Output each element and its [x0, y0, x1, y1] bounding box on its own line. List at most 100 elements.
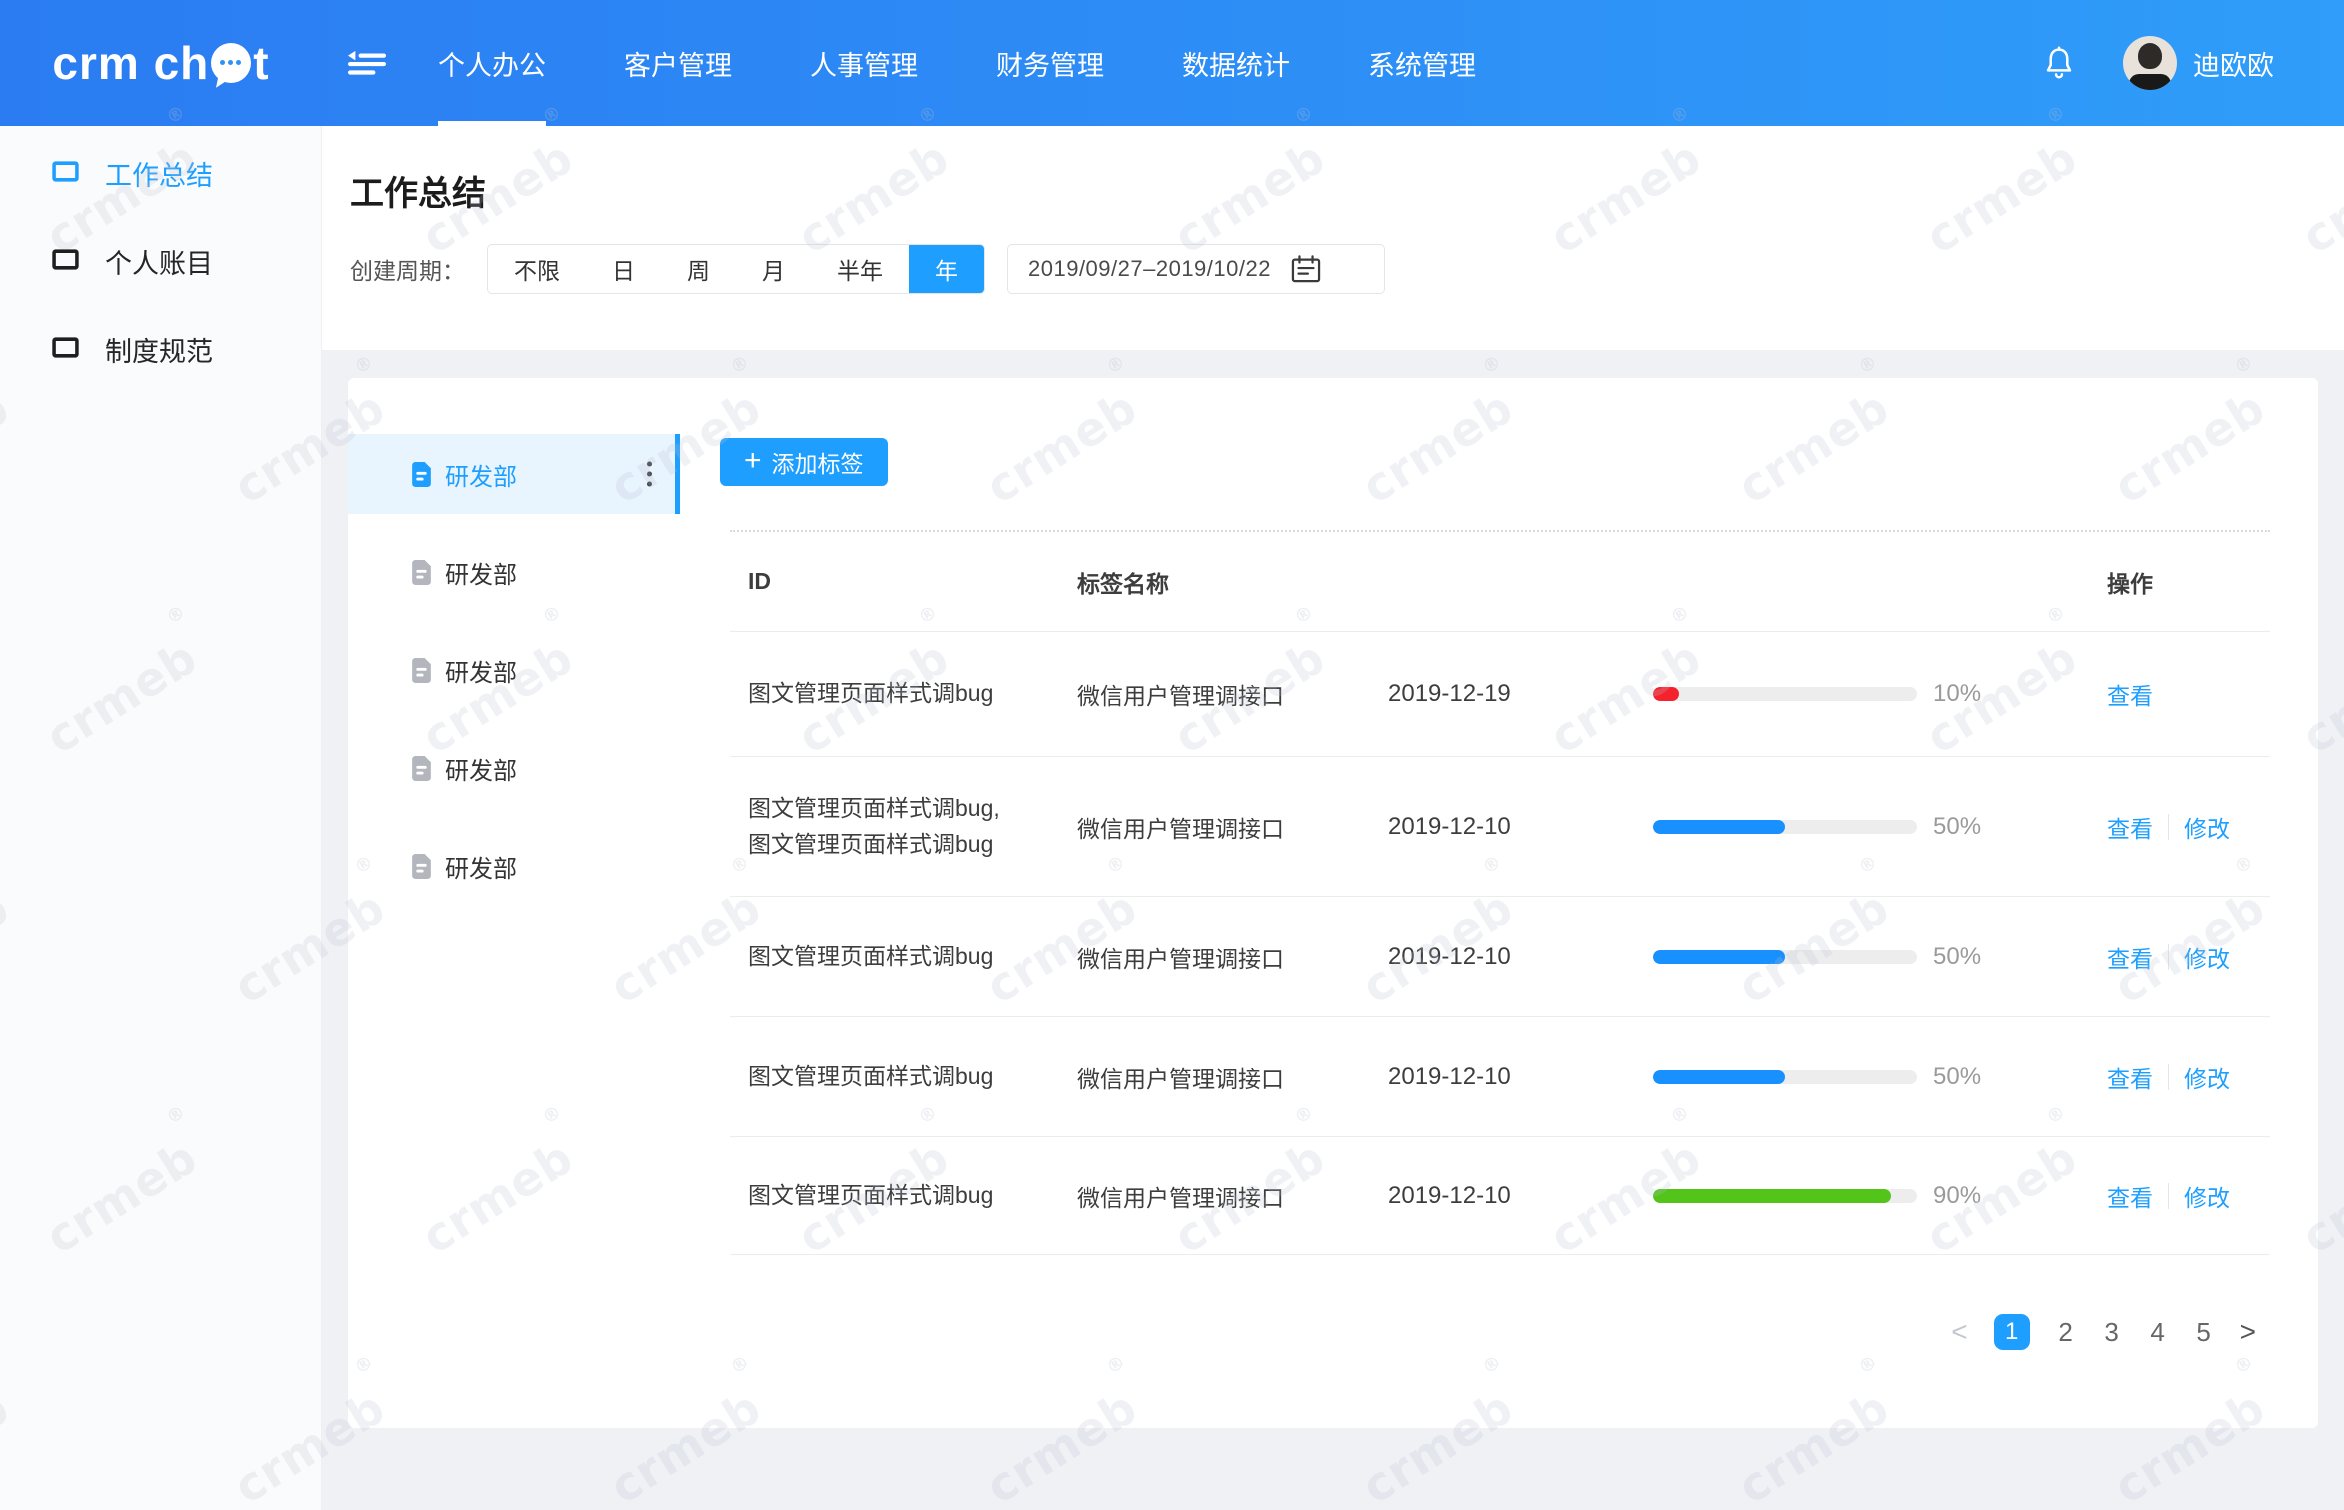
- sidebar-item-2[interactable]: 个人账目: [0, 217, 321, 305]
- date-range-input[interactable]: 2019/09/27–2019/10/22: [1007, 244, 1385, 294]
- progress-track: [1653, 1189, 1917, 1203]
- cell-actions: 查看修改: [2095, 1179, 2270, 1213]
- prev-page-icon[interactable]: <: [1951, 1316, 1967, 1348]
- registered-mark: ®: [1855, 351, 1882, 379]
- sidebar-item-label: 个人账目: [105, 242, 213, 281]
- cell-actions: 查看: [2095, 677, 2270, 711]
- action-link-view[interactable]: 查看: [2107, 940, 2153, 974]
- period-option-1[interactable]: 不限: [488, 245, 586, 293]
- department-label: 研发部: [445, 457, 517, 492]
- nav-item-6[interactable]: 系统管理: [1368, 0, 1476, 126]
- department-item-5[interactable]: 研发部: [348, 826, 680, 906]
- cell-progress: [1645, 1189, 1925, 1203]
- page-number-3[interactable]: 3: [2102, 1317, 2122, 1348]
- table-row-5: 图文管理页面样式调bug微信用户管理调接口2019-12-1090%查看修改: [730, 1137, 2270, 1255]
- period-option-5[interactable]: 半年: [811, 245, 909, 293]
- action-link-view[interactable]: 查看: [2107, 810, 2153, 844]
- table-header-row: ID 标签名称 操作: [730, 532, 2270, 632]
- period-option-6[interactable]: 年: [909, 245, 984, 293]
- notifications-bell-icon[interactable]: [2043, 45, 2075, 81]
- add-tag-button[interactable]: + 添加标签: [720, 438, 888, 486]
- more-actions-icon[interactable]: [643, 458, 656, 491]
- period-option-3[interactable]: 周: [661, 245, 736, 293]
- period-option-4[interactable]: 月: [736, 245, 811, 293]
- progress-track: [1653, 820, 1917, 834]
- left-sidebar: 工作总结个人账目制度规范: [0, 126, 322, 1510]
- id-line: 图文管理页面样式调bug: [748, 676, 1068, 712]
- action-divider: [2168, 944, 2169, 970]
- window-icon: [52, 246, 79, 277]
- document-icon: [410, 559, 433, 586]
- progress-fill: [1653, 820, 1785, 834]
- cell-percent: 90%: [1925, 1182, 2095, 1210]
- table-row-3: 图文管理页面样式调bug微信用户管理调接口2019-12-1050%查看修改: [730, 897, 2270, 1017]
- nav-item-label: 系统管理: [1368, 44, 1476, 83]
- app-root: crm cht 个人办公客户管理人事管理 财务管理 数据统计 系统管理 迪欧欧: [0, 0, 2344, 1510]
- cell-id: 图文管理页面样式调bug,图文管理页面样式调bug: [730, 791, 1068, 862]
- progress-track: [1653, 1070, 1917, 1084]
- cell-date: 2019-12-19: [1380, 680, 1645, 708]
- department-item-2[interactable]: 研发部: [348, 532, 680, 612]
- sidebar-item-1[interactable]: 工作总结: [0, 129, 321, 217]
- progress-track: [1653, 950, 1917, 964]
- action-link-edit[interactable]: 修改: [2184, 1179, 2230, 1213]
- page-number-1[interactable]: 1: [1994, 1314, 2030, 1350]
- table-body: 图文管理页面样式调bug微信用户管理调接口2019-12-1910%查看图文管理…: [730, 632, 2270, 1255]
- col-header-id: ID: [730, 564, 1068, 600]
- page-number-5[interactable]: 5: [2194, 1317, 2214, 1348]
- department-item-4[interactable]: 研发部: [348, 728, 680, 808]
- cell-actions: 查看修改: [2095, 810, 2270, 844]
- action-link-edit[interactable]: 修改: [2184, 810, 2230, 844]
- nav-item-label: 财务管理: [996, 44, 1104, 83]
- cell-tag-name: 微信用户管理调接口: [1068, 810, 1380, 844]
- department-list: 研发部研发部研发部研发部研发部: [348, 434, 680, 924]
- col-header-actions: 操作: [2095, 565, 2270, 599]
- chat-bubble-icon: [211, 43, 251, 83]
- nav-item-4[interactable]: 财务管理: [996, 0, 1104, 126]
- action-link-view[interactable]: 查看: [2107, 1060, 2153, 1094]
- brand-logo: crm cht: [0, 36, 322, 90]
- cell-actions: 查看修改: [2095, 940, 2270, 974]
- user-name[interactable]: 迪欧欧: [2193, 44, 2274, 83]
- action-divider: [2168, 1183, 2169, 1209]
- progress-fill: [1653, 1189, 1891, 1203]
- table-row-1: 图文管理页面样式调bug微信用户管理调接口2019-12-1910%查看: [730, 632, 2270, 757]
- sidebar-item-3[interactable]: 制度规范: [0, 305, 321, 393]
- top-nav: 个人办公客户管理人事管理 财务管理 数据统计 系统管理: [438, 0, 1476, 126]
- document-icon: [410, 755, 433, 782]
- action-link-edit[interactable]: 修改: [2184, 940, 2230, 974]
- next-page-icon[interactable]: >: [2240, 1316, 2256, 1348]
- cell-progress: [1645, 1070, 1925, 1084]
- tags-table: ID 标签名称 操作 图文管理页面样式调bug微信用户管理调接口2019-12-…: [730, 530, 2270, 1255]
- nav-item-3[interactable]: 人事管理: [810, 0, 918, 126]
- nav-item-5[interactable]: 数据统计: [1182, 0, 1290, 126]
- nav-item-1[interactable]: 个人办公: [438, 0, 546, 126]
- document-icon: [410, 657, 433, 684]
- sidebar-collapse-icon[interactable]: [348, 48, 386, 78]
- action-link-view[interactable]: 查看: [2107, 677, 2153, 711]
- nav-item-2[interactable]: 客户管理: [624, 0, 732, 126]
- active-nav-underline: [438, 121, 546, 126]
- page-title: 工作总结: [350, 166, 486, 215]
- top-header: crm cht 个人办公客户管理人事管理 财务管理 数据统计 系统管理 迪欧欧: [0, 0, 2344, 126]
- page-number-2[interactable]: 2: [2056, 1317, 2076, 1348]
- add-tag-label: 添加标签: [772, 445, 864, 479]
- cell-date: 2019-12-10: [1380, 1063, 1645, 1091]
- cell-date: 2019-12-10: [1380, 943, 1645, 971]
- department-item-3[interactable]: 研发部: [348, 630, 680, 710]
- user-avatar[interactable]: [2123, 36, 2177, 90]
- period-segmented-control: 不限日周月半年年: [487, 244, 985, 294]
- period-option-2[interactable]: 日: [586, 245, 661, 293]
- action-link-edit[interactable]: 修改: [2184, 1060, 2230, 1094]
- department-item-1[interactable]: 研发部: [348, 434, 680, 514]
- plus-icon: +: [744, 446, 762, 476]
- id-line: 图文管理页面样式调bug: [748, 1178, 1068, 1214]
- window-icon: [52, 158, 79, 189]
- page-number-4[interactable]: 4: [2148, 1317, 2168, 1348]
- cell-id: 图文管理页面样式调bug: [730, 939, 1068, 975]
- sidebar-item-label: 工作总结: [105, 154, 213, 193]
- calendar-icon: [1291, 255, 1321, 283]
- id-line: 图文管理页面样式调bug,: [748, 791, 1068, 827]
- action-link-view[interactable]: 查看: [2107, 1179, 2153, 1213]
- document-icon: [410, 461, 433, 488]
